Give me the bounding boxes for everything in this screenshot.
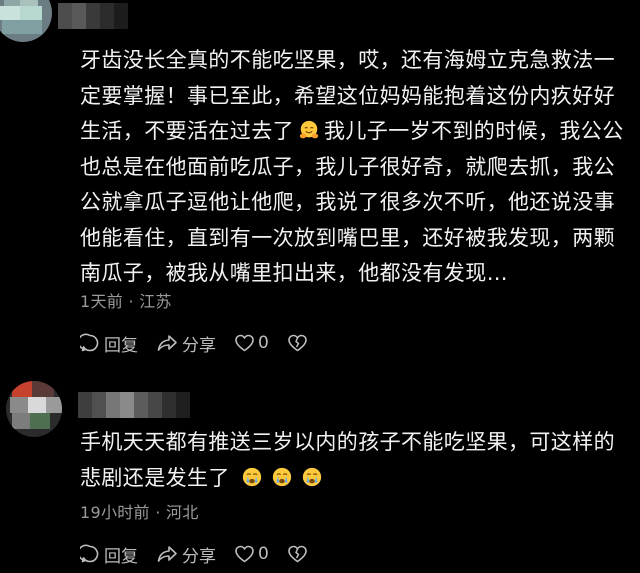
reply-button[interactable]: 回复: [80, 542, 138, 567]
share-button[interactable]: 分享: [156, 542, 216, 567]
avatar[interactable]: [6, 381, 62, 437]
crying-face-emoji: [242, 467, 262, 486]
heart-icon: [235, 334, 254, 352]
comment-item: 牙齿没长全真的不能吃坚果，哎，还有海姆立克急救法一定要掌握！事已至此，希望这位妈…: [0, 0, 640, 368]
comment-actions: 回复 分享 0: [80, 542, 330, 567]
username-blurred[interactable]: [78, 392, 190, 418]
reply-button[interactable]: 回复: [80, 331, 138, 356]
heart-icon: [235, 545, 254, 563]
crying-face-emoji: [272, 467, 292, 486]
like-count: 0: [258, 544, 269, 564]
hugging-face-emoji: [299, 120, 319, 139]
reply-label: 回复: [104, 546, 138, 567]
comment-meta: 19小时前 · 河北: [80, 503, 199, 522]
share-icon: [157, 335, 177, 351]
share-label: 分享: [182, 335, 216, 356]
comment-text-part-1: 手机天天都有推送三岁以内的孩子不能吃坚果，可这样的悲剧还是发生了: [80, 430, 615, 490]
comment-text: 手机天天都有推送三岁以内的孩子不能吃坚果，可这样的悲剧还是发生了: [80, 425, 632, 496]
avatar[interactable]: [0, 0, 52, 42]
username-blurred[interactable]: [58, 3, 128, 29]
comment-text-part-2: 我儿子一岁不到的时候，我公公也总是在他面前吃瓜子，我儿子很好奇，就爬去抓，我公公…: [80, 119, 624, 285]
reply-icon: [80, 333, 99, 352]
share-icon: [157, 546, 177, 562]
dislike-button[interactable]: [287, 333, 312, 353]
broken-heart-icon: [288, 334, 307, 352]
like-count: 0: [258, 333, 269, 353]
share-button[interactable]: 分享: [156, 331, 216, 356]
crying-face-emoji: [302, 467, 322, 486]
comment-actions: 回复 分享 0: [80, 331, 330, 356]
broken-heart-icon: [288, 545, 307, 563]
reply-icon: [80, 544, 99, 563]
comment-meta: 1天前 · 江苏: [80, 292, 172, 311]
like-button[interactable]: 0: [234, 544, 269, 564]
like-button[interactable]: 0: [234, 333, 269, 353]
comment-text: 牙齿没长全真的不能吃坚果，哎，还有海姆立克急救法一定要掌握！事已至此，希望这位妈…: [80, 43, 632, 292]
share-label: 分享: [182, 546, 216, 567]
comment-item: 手机天天都有推送三岁以内的孩子不能吃坚果，可这样的悲剧还是发生了 19小时前 ·…: [0, 375, 640, 573]
reply-label: 回复: [104, 335, 138, 356]
dislike-button[interactable]: [287, 544, 312, 564]
